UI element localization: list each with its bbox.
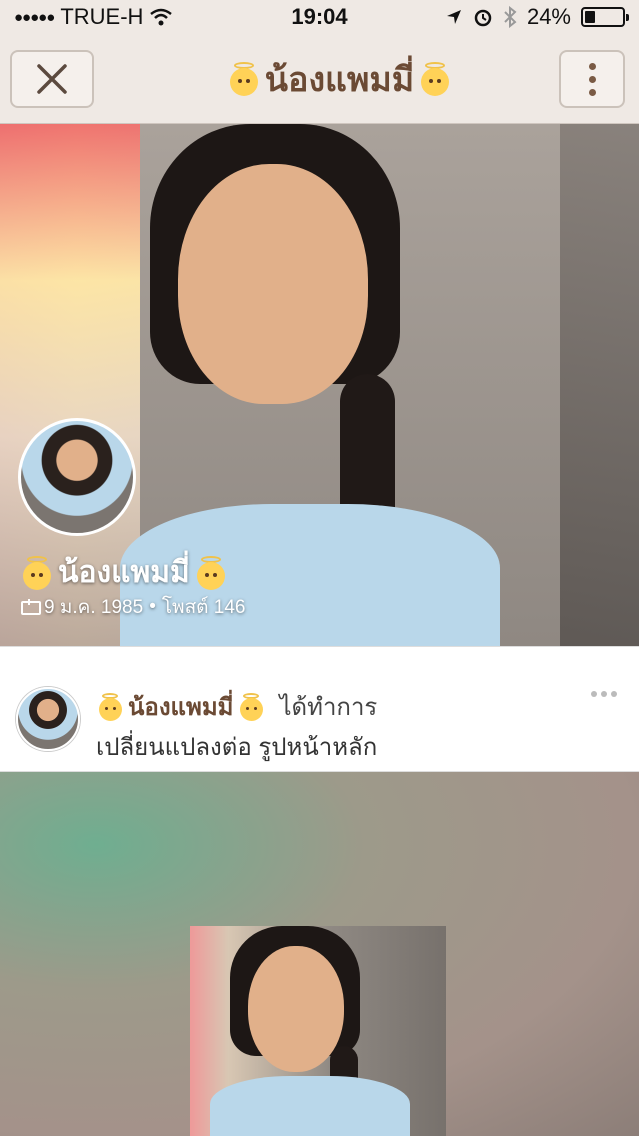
close-icon (37, 64, 67, 94)
post-card: น้องแพมมี่ ได้ทำการ เปลี่ยนแปลงต่อ รูปหน… (0, 646, 639, 772)
post-action-text: ได้ทำการ (279, 694, 378, 721)
angel-emoji-icon (194, 555, 228, 590)
profile-avatar[interactable] (18, 418, 136, 536)
angel-emoji-icon (418, 62, 452, 96)
alarm-icon (474, 9, 492, 27)
status-right: 24% (445, 4, 629, 30)
wifi-icon (150, 8, 173, 26)
angel-emoji-icon (237, 692, 265, 721)
bluetooth-icon (504, 6, 517, 28)
location-arrow-icon (446, 10, 461, 24)
status-bar: ●●●●● TRUE-H 19:04 24% (0, 0, 639, 34)
post-header: น้องแพมมี่ ได้ทำการ (96, 687, 377, 726)
cover-photo[interactable]: น้องแพมมี่ 9 ม.ค. 1985 • โพสต์ 146 (0, 124, 639, 646)
post-media[interactable] (0, 772, 639, 1136)
carrier-label: TRUE-H (60, 4, 144, 29)
profile-name[interactable]: น้องแพมมี่ (20, 549, 228, 596)
battery-percent: 24% (526, 4, 571, 29)
status-left: ●●●●● TRUE-H (14, 4, 173, 30)
profile-birthday: 9 ม.ค. 1985 (44, 597, 144, 618)
post-author-avatar[interactable] (16, 687, 80, 751)
post-description: เปลี่ยนแปลงต่อ รูปหน้าหลัก (96, 734, 378, 761)
top-nav-bar: น้องแพมมี่ (0, 34, 639, 124)
close-button[interactable] (10, 50, 94, 108)
meta-separator: • (149, 596, 156, 617)
signal-dots-icon: ●●●●● (14, 8, 55, 26)
angel-emoji-icon (227, 62, 261, 96)
page-title-text: น้องแพมมี่ (264, 61, 415, 99)
birthday-cake-icon (20, 599, 41, 615)
battery-icon (581, 7, 629, 27)
post-author-name[interactable]: น้องแพมมี่ (128, 687, 233, 726)
page-title: น้องแพมมี่ (130, 34, 549, 124)
more-options-button[interactable] (559, 50, 625, 108)
angel-emoji-icon (20, 555, 54, 590)
profile-name-text: น้องแพมมี่ (58, 556, 190, 589)
more-vertical-icon (588, 62, 596, 96)
cover-photo-face (178, 164, 368, 404)
angel-emoji-icon (96, 692, 124, 721)
profile-post-count: โพสต์ 146 (161, 597, 246, 618)
post-photo[interactable] (190, 926, 446, 1136)
profile-meta: 9 ม.ค. 1985 • โพสต์ 146 (20, 592, 246, 622)
post-more-button[interactable] (591, 691, 617, 697)
